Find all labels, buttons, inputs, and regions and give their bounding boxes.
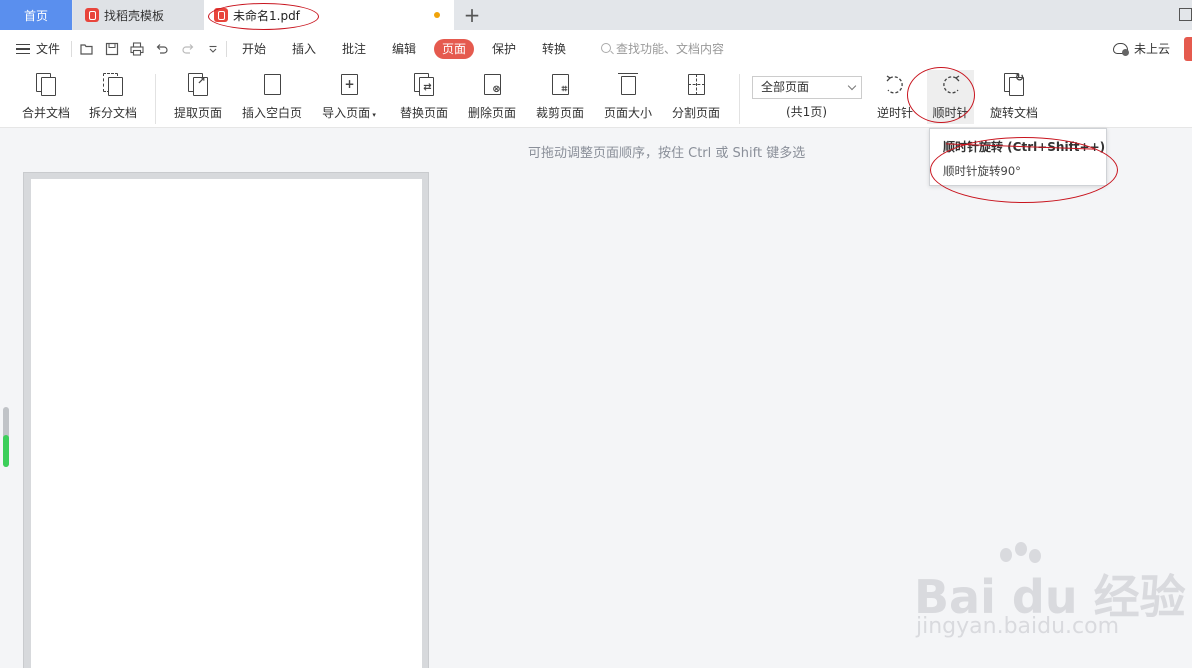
crop-page-button[interactable]: ⌗ 裁剪页面	[532, 70, 588, 124]
cloud-status-dot	[1122, 49, 1129, 56]
page-count-label: (共1页)	[786, 105, 827, 119]
insert-blank-page-icon	[261, 73, 283, 97]
annotation-ellipse-rotate	[907, 67, 975, 123]
tab-home[interactable]: 首页	[0, 0, 72, 30]
crop-page-label: 裁剪页面	[535, 106, 584, 120]
merge-doc-button[interactable]: 合并文档	[18, 70, 74, 124]
cloud-status-label[interactable]: 未上云	[1134, 30, 1170, 68]
share-button[interactable]	[1184, 37, 1192, 61]
menu-file[interactable]: 文件	[36, 30, 60, 68]
replace-page-label: 替换页面	[399, 106, 448, 120]
menu-insert[interactable]: 插入	[292, 30, 316, 68]
split-doc-button[interactable]: 拆分文档	[85, 70, 141, 124]
delete-page-icon: ⊗	[481, 73, 503, 97]
open-folder-icon[interactable]	[80, 42, 94, 56]
insert-blank-page-button[interactable]: 插入空白页	[238, 70, 306, 124]
menu-convert[interactable]: 转换	[542, 30, 566, 68]
menu-annotate[interactable]: 批注	[342, 30, 366, 68]
redo-icon[interactable]	[181, 42, 195, 56]
split-doc-icon	[102, 73, 124, 97]
baidu-paw-icon	[1000, 548, 1012, 562]
extract-page-icon: ↗	[187, 73, 209, 97]
ribbon-divider	[739, 74, 740, 124]
split-page-icon	[685, 73, 707, 97]
replace-page-icon: ⇄	[413, 73, 435, 97]
page-size-icon	[617, 73, 639, 97]
split-doc-label: 拆分文档	[88, 106, 137, 120]
delete-page-button[interactable]: ⊗ 删除页面	[464, 70, 520, 124]
side-scroll-thumb[interactable]	[3, 435, 9, 467]
page-range-value: 全部页面	[761, 80, 810, 94]
insert-blank-page-label: 插入空白页	[241, 106, 302, 120]
page-size-label: 页面大小	[603, 106, 652, 120]
replace-page-button[interactable]: ⇄ 替换页面	[396, 70, 452, 124]
delete-page-label: 删除页面	[467, 106, 516, 120]
split-page-label: 分割页面	[671, 106, 720, 120]
search-input[interactable]: 查找功能、文档内容	[616, 30, 724, 68]
window-restore-icon[interactable]	[1179, 8, 1192, 21]
merge-doc-label: 合并文档	[21, 106, 70, 120]
rotate-doc-label: 旋转文档	[989, 106, 1038, 120]
extract-page-button[interactable]: ↗ 提取页面	[170, 70, 226, 124]
tab-template-label: 找稻壳模板	[104, 8, 165, 23]
split-page-button[interactable]: 分割页面	[668, 70, 724, 124]
print-icon[interactable]	[130, 42, 144, 56]
crop-page-icon: ⌗	[549, 73, 571, 97]
page-range-select[interactable]: 全部页面	[752, 76, 862, 99]
watermark-url: jingyan.baidu.com	[916, 614, 1120, 639]
rotate-ccw-icon	[884, 73, 906, 97]
divider	[71, 41, 72, 57]
page-size-button[interactable]: 页面大小	[600, 70, 656, 124]
chevron-down-icon	[847, 81, 857, 91]
menu-page[interactable]: 页面	[434, 39, 475, 59]
rotate-doc-button[interactable]: ↻ 旋转文档	[986, 70, 1042, 124]
menu-start[interactable]: 开始	[242, 30, 266, 68]
import-page-label: 导入页面 ▾	[322, 106, 376, 120]
tab-template[interactable]: 找稻壳模板	[73, 0, 204, 30]
import-page-icon: +	[338, 73, 360, 97]
merge-doc-icon	[35, 73, 57, 97]
menu-bar: 文件 开始 插入 批注 编辑 页面 保护 转换 查找功能、文档内容 未上云	[0, 30, 1192, 68]
divider	[226, 41, 227, 57]
unsaved-indicator	[434, 12, 440, 18]
page-thumbnail[interactable]	[31, 179, 422, 668]
extract-page-label: 提取页面	[173, 106, 222, 120]
annotation-ellipse-tooltip	[930, 137, 1118, 203]
ribbon-toolbar: 合并文档 拆分文档 ↗ 提取页面 插入空白页 + 导入页面 ▾ ⇄ 替换页面 ⊗…	[0, 68, 1192, 128]
save-icon[interactable]	[105, 42, 119, 56]
tab-bar: 首页 找稻壳模板 未命名1.pdf +	[0, 0, 1192, 30]
ribbon-divider	[155, 74, 156, 124]
quick-access-more-icon[interactable]	[206, 42, 220, 56]
annotation-ellipse-tab	[208, 3, 319, 30]
import-page-button[interactable]: + 导入页面 ▾	[318, 70, 380, 124]
tab-home-label: 首页	[23, 8, 48, 23]
baidu-paw-icon	[1015, 542, 1027, 556]
new-tab-button[interactable]: +	[462, 3, 482, 27]
menu-protect[interactable]: 保护	[492, 30, 516, 68]
rotate-doc-icon: ↻	[1003, 71, 1025, 97]
docer-icon	[85, 8, 99, 22]
menu-edit[interactable]: 编辑	[392, 30, 416, 68]
search-icon[interactable]	[601, 43, 611, 53]
hamburger-icon[interactable]	[16, 44, 30, 54]
undo-icon[interactable]	[155, 42, 169, 56]
drag-hint-text: 可拖动调整页面顺序，按住 Ctrl 或 Shift 键多选	[528, 146, 806, 161]
